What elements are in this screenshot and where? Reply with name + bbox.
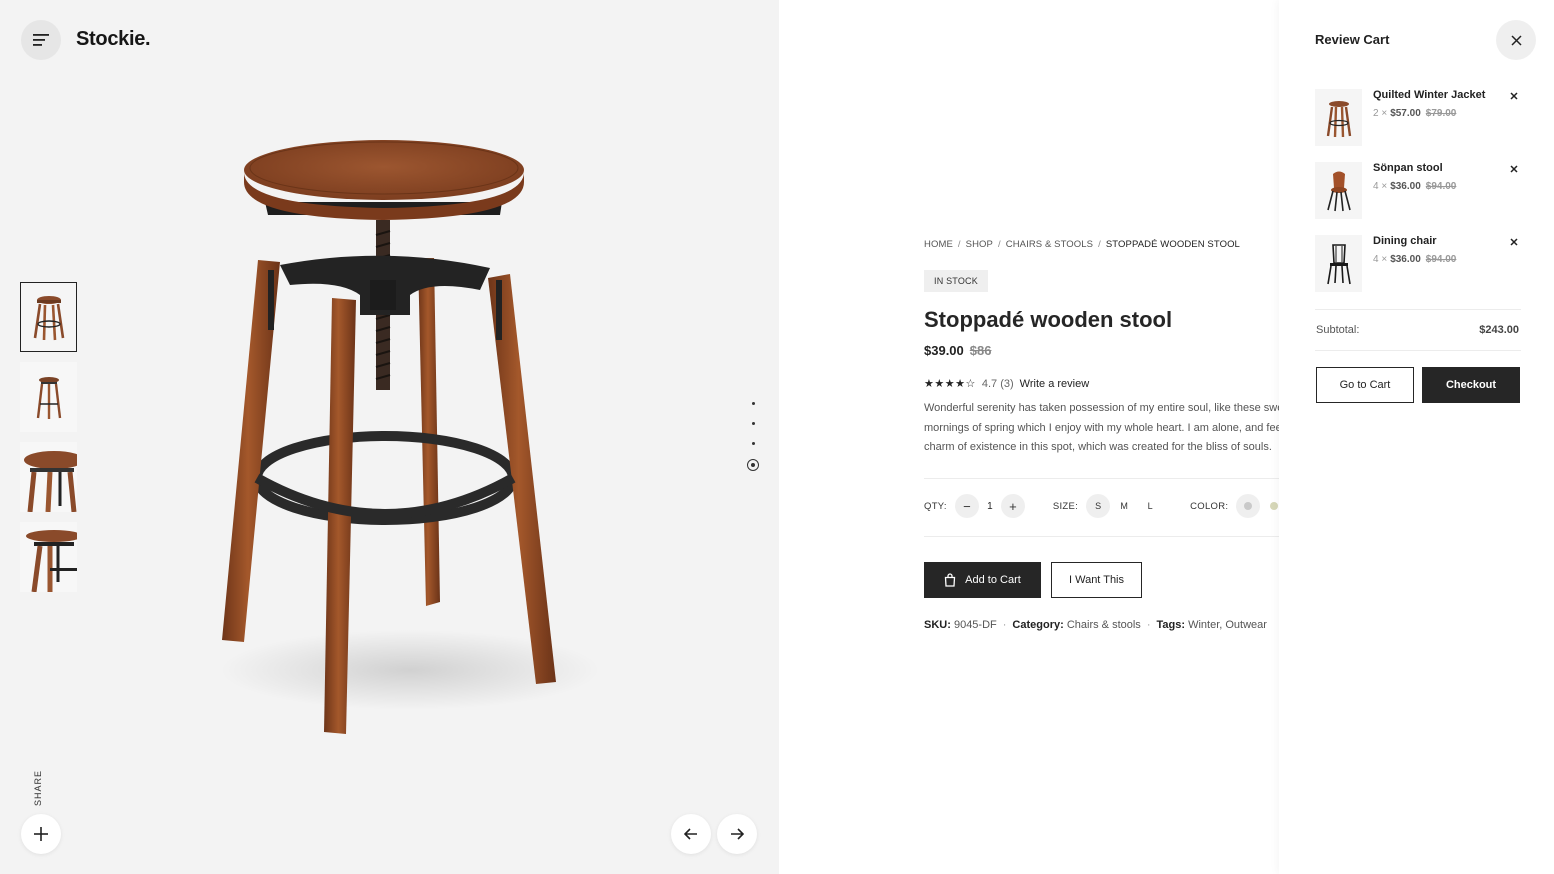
size-option-l[interactable]: L bbox=[1138, 494, 1162, 518]
menu-button[interactable] bbox=[21, 20, 61, 60]
plus-icon: + bbox=[1009, 498, 1017, 514]
breadcrumb-home[interactable]: HOME bbox=[924, 239, 953, 250]
subtotal-value: $243.00 bbox=[1479, 324, 1519, 336]
star-icon: ★ bbox=[955, 378, 966, 390]
cart-item-price: 4 × $36.00 $94.00 bbox=[1373, 181, 1457, 192]
tags-label: Tags: bbox=[1156, 619, 1186, 631]
product-price: $39.00 $86 bbox=[924, 343, 991, 358]
product-info: HOME / SHOP / CHAIRS & STOOLS / STOPPADÉ WOODE… bbox=[924, 0, 1279, 874]
size-label: SIZE: bbox=[1052, 500, 1079, 512]
color-swatch[interactable] bbox=[1262, 494, 1279, 518]
cart-item-image[interactable] bbox=[1315, 162, 1362, 219]
menu-icon bbox=[33, 34, 49, 46]
checkout-button[interactable]: Checkout bbox=[1422, 367, 1520, 403]
thumbnail-stool-front[interactable] bbox=[20, 282, 77, 352]
close-icon bbox=[1510, 238, 1518, 246]
divider bbox=[1315, 350, 1521, 351]
product-description: Wonderful serenity has taken possession … bbox=[924, 402, 1279, 453]
star-rating: ★★★★☆ bbox=[924, 377, 976, 390]
add-to-cart-button[interactable]: Add to Cart bbox=[924, 562, 1041, 598]
breadcrumb: HOME / SHOP / CHAIRS & STOOLS / STOPPADÉ WOODE… bbox=[924, 239, 1240, 250]
star-icon: ★ bbox=[944, 378, 956, 390]
size-option-m[interactable]: M bbox=[1112, 494, 1136, 518]
share-button[interactable] bbox=[21, 814, 61, 854]
size-option-s[interactable]: S bbox=[1086, 494, 1111, 518]
star-icon: ★ bbox=[934, 378, 945, 390]
qty-label: QTY: bbox=[924, 500, 947, 512]
divider bbox=[924, 536, 1279, 537]
slide-indicator bbox=[746, 402, 760, 471]
cart-title: Review Cart bbox=[1315, 32, 1390, 47]
slide-dot[interactable] bbox=[751, 422, 755, 425]
cart-item: Sönpan stool 4 × $36.00 $94.00 bbox=[1315, 162, 1521, 220]
color-swatch[interactable] bbox=[1236, 494, 1261, 518]
category-link[interactable]: Chairs & stools bbox=[1067, 619, 1141, 631]
add-to-cart-label: Add to Cart bbox=[965, 574, 1021, 586]
divider bbox=[1315, 309, 1521, 310]
product-main-image bbox=[220, 140, 600, 734]
close-icon bbox=[1510, 165, 1518, 173]
category-label: Category: bbox=[1012, 619, 1064, 631]
qty-decrease-button[interactable]: − bbox=[954, 494, 979, 518]
color-label: COLOR: bbox=[1190, 500, 1229, 512]
slide-dot[interactable] bbox=[751, 442, 755, 445]
plus-icon bbox=[34, 827, 48, 841]
cart-item: Dining chair 4 × $36.00 $94.00 bbox=[1315, 235, 1521, 293]
breadcrumb-shop[interactable]: SHOP bbox=[966, 239, 993, 250]
cart-item-name[interactable]: Sönpan stool bbox=[1373, 162, 1443, 174]
review-cart-drawer: Review Cart Quilted Winter Jacket 2 × $57… bbox=[1279, 0, 1554, 874]
thumbnail-stool-seat-closeup[interactable] bbox=[20, 442, 77, 512]
product-gallery: Stockie. SHARE bbox=[0, 0, 779, 874]
qty-increase-button[interactable]: + bbox=[1000, 494, 1025, 518]
previous-image-button[interactable] bbox=[671, 814, 711, 854]
cart-item-name[interactable]: Dining chair bbox=[1373, 235, 1437, 247]
slide-dot[interactable] bbox=[751, 402, 755, 405]
cart-item-image[interactable] bbox=[1315, 235, 1362, 292]
minus-icon: − bbox=[963, 498, 971, 514]
cart-item-price: 2 × $57.00 $79.00 bbox=[1373, 108, 1457, 119]
tags-links[interactable]: Winter, Outwear bbox=[1188, 619, 1267, 631]
close-icon bbox=[1510, 34, 1522, 46]
thumbnail-list bbox=[20, 282, 77, 602]
breadcrumb-category[interactable]: CHAIRS & STOOLS bbox=[1006, 239, 1093, 250]
sku-value: 9045-DF bbox=[953, 619, 997, 631]
divider bbox=[924, 478, 1279, 479]
cart-item-image[interactable] bbox=[1315, 89, 1362, 146]
remove-item-button[interactable] bbox=[1508, 163, 1520, 175]
arrow-left-icon bbox=[684, 828, 697, 840]
remove-item-button[interactable] bbox=[1508, 236, 1520, 248]
product-meta: SKU: 9045-DF · Category: Chairs & stools · T… bbox=[924, 619, 1267, 631]
slide-dot-active[interactable] bbox=[747, 459, 759, 471]
subtotal-label: Subtotal: bbox=[1316, 324, 1360, 336]
site-logo[interactable]: Stockie. bbox=[76, 28, 151, 51]
remove-item-button[interactable] bbox=[1508, 90, 1520, 102]
cart-item: Quilted Winter Jacket 2 × $57.00 $79.00 bbox=[1315, 89, 1521, 147]
shopping-bag-icon bbox=[944, 573, 956, 587]
breadcrumb-current: STOPPADÉ WOODEN STOOL bbox=[1105, 239, 1240, 250]
close-cart-button[interactable] bbox=[1496, 20, 1536, 60]
next-image-button[interactable] bbox=[717, 814, 757, 854]
cart-item-price: 4 × $36.00 $94.00 bbox=[1373, 254, 1457, 265]
star-icon: ★ bbox=[924, 378, 935, 390]
share-label: SHARE bbox=[33, 769, 43, 806]
thumbnail-stool-side[interactable] bbox=[20, 362, 77, 432]
product-title: Stoppadé wooden stool bbox=[924, 307, 1173, 332]
rating-score: 4.7 (3) bbox=[981, 377, 1014, 390]
current-price: $39.00 bbox=[924, 343, 964, 358]
close-icon bbox=[1510, 92, 1518, 100]
cart-item-name[interactable]: Quilted Winter Jacket bbox=[1373, 89, 1485, 101]
qty-value[interactable]: 1 bbox=[979, 501, 1001, 512]
product-options: QTY: − 1 + SIZE: S M L COLOR: bbox=[924, 494, 1279, 518]
product-rating: ★★★★☆ 4.7 (3) Write a review bbox=[924, 377, 1089, 391]
want-this-button[interactable]: I Want This bbox=[1051, 562, 1142, 598]
arrow-right-icon bbox=[731, 828, 744, 840]
go-to-cart-button[interactable]: Go to Cart bbox=[1316, 367, 1414, 403]
thumbnail-stool-base-closeup[interactable] bbox=[20, 522, 77, 592]
sku-label: SKU: bbox=[924, 619, 951, 631]
old-price: $86 bbox=[969, 343, 992, 358]
write-review-link[interactable]: Write a review bbox=[1020, 378, 1089, 390]
star-empty-icon: ☆ bbox=[965, 378, 976, 390]
stock-badge: IN STOCK bbox=[924, 270, 988, 292]
